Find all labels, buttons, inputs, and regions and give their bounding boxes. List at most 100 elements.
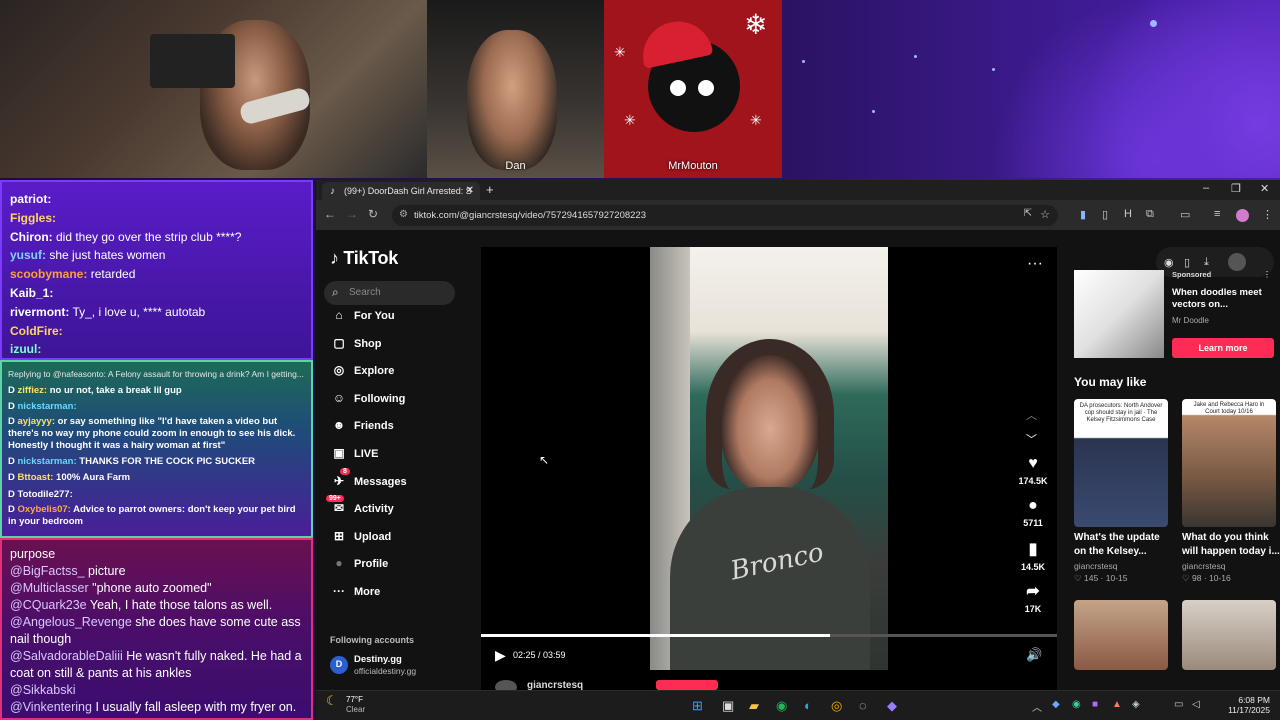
chat-username[interactable]: Totodile277: [18,489,73,500]
forward-button[interactable]: → [346,207,358,221]
progress-bar[interactable] [481,634,1057,637]
chat-username[interactable]: @Sikkabski [10,683,76,697]
chat-username[interactable]: yusuf: [10,248,46,262]
suggested-video-author-2[interactable]: giancrstesq [1182,561,1225,571]
comment-action[interactable]: ● 5711 [1013,497,1053,528]
sidebar-item-upload[interactable]: ⊞ Upload [330,529,391,543]
sidebar-item-friends[interactable]: ☻ Friends [330,418,394,432]
following-account-destiny[interactable]: D Destiny.gg officialdestiny.gg [330,654,480,678]
tiktok-logo[interactable]: ♪ TikTok [330,248,398,269]
edge-icon[interactable]: ◐ [804,698,812,713]
extension-doc-icon[interactable]: ▮ [1080,208,1086,221]
sidebar-item-shop[interactable]: ▢ Shop [330,336,381,350]
chat-username[interactable]: @Angelous_Revenge [10,615,132,629]
sidebar-item-messages[interactable]: ✈ 8 Messages [330,467,407,488]
install-icon[interactable]: ⇱ [1024,208,1032,219]
extension-h-icon[interactable]: H [1124,208,1132,220]
user-avatar[interactable] [1228,253,1246,271]
task-view-icon[interactable]: ▣ [722,698,734,714]
chat-username[interactable]: scoobymane: [10,267,87,281]
ad-title[interactable]: When doodles meet vectors on... [1172,287,1272,311]
chat-username[interactable]: Oxybelis07: [18,504,71,515]
chat-username[interactable]: nickstarman: [18,401,77,412]
file-explorer-icon[interactable]: ▰ [749,698,759,714]
reload-button[interactable]: ↻ [368,207,378,221]
close-tab-icon[interactable]: ✕ [466,185,474,196]
chat-username[interactable]: ayjayyy: [18,416,56,427]
suggested-video-title-2[interactable]: What do you think will happen today i... [1182,531,1280,559]
sidebar-item-explore[interactable]: ◎ Explore [330,363,395,377]
suggested-video-thumb-3[interactable] [1074,600,1168,670]
device-icon[interactable]: ▯ [1184,256,1190,269]
spotify-icon[interactable]: ◉ [776,698,787,714]
like-action[interactable]: ♥ 174.5K [1013,455,1053,486]
app-icon[interactable]: ◆ [887,698,897,714]
browser-tab[interactable]: ♪ (99+) DoorDash Girl Arrested: S ✕ [322,182,480,200]
back-button[interactable]: ← [324,207,336,221]
coin-icon[interactable]: ◉ [1164,256,1174,269]
system-clock[interactable]: 6:08 PM 11/17/2025 [1228,695,1270,715]
chat-username[interactable]: @Multiclasser [10,581,89,595]
chat-username[interactable]: Chiron: [10,230,53,244]
bookmark-star-icon[interactable]: ☆ [1040,208,1050,221]
chat-username[interactable]: Kaib_1: [10,286,53,300]
start-icon[interactable]: ⊞ [692,698,703,714]
sidebar-item-activity[interactable]: ✉ 99+ Activity [326,495,394,515]
maximize-button[interactable]: ❐ [1231,182,1241,195]
chat-username[interactable]: Figgles: [10,211,56,225]
chat-username[interactable]: @BigFactss_ [10,564,85,578]
sidebar-item-for-you[interactable]: ⌂ For You [330,308,394,322]
chat-username[interactable]: Bttoast: [18,472,54,483]
ad-menu-icon[interactable]: ⋮ [1263,270,1271,279]
chat-username[interactable]: izuul: [10,342,41,356]
chat-username[interactable]: ziffiez: [18,385,48,396]
sidepanel-icon[interactable]: ▭ [1180,208,1190,221]
tray-app-icon-1[interactable]: ◆ [1052,699,1060,710]
next-video-icon[interactable]: ﹀ [1026,431,1037,447]
search-input[interactable]: ⌕ Search [324,281,455,305]
video-player[interactable]: Bronco ··· ︿ ﹀ ▶ 02:25 / 03:59 🔊 giancrs… [481,247,1057,694]
chrome-icon[interactable]: ◎ [831,698,842,714]
tray-app-icon-3[interactable]: ■ [1092,699,1098,710]
suggested-video-title-1[interactable]: What's the update on the Kelsey... [1074,531,1172,559]
chat-username[interactable]: patriot: [10,192,51,206]
site-info-icon[interactable]: ⚙ [399,209,408,220]
network-icon[interactable]: ▭ [1174,699,1183,710]
extensions-puzzle-icon[interactable]: ⧉ [1146,208,1154,221]
video-frame[interactable]: Bronco [650,247,888,670]
media-icon[interactable]: ≡ [1214,208,1220,220]
profile-avatar[interactable] [1236,209,1249,222]
follow-button[interactable] [656,680,718,690]
tray-app-icon-5[interactable]: ◈ [1132,699,1140,710]
url-bar[interactable]: ⚙ tiktok.com/@giancrstesq/video/75729416… [392,205,1058,226]
learn-more-button[interactable]: Learn more [1172,338,1274,358]
sidebar-item-more[interactable]: ··· More [330,584,380,598]
tray-app-icon-4[interactable]: ▲ [1112,699,1122,710]
weather-widget[interactable]: ☾ 77°F Clear [326,694,365,715]
suggested-video-thumb-2[interactable]: Jake and Rebecca Haro in Court today 10/… [1182,399,1276,527]
sidebar-item-profile[interactable]: ● Profile [330,556,388,570]
previous-video-icon[interactable]: ︿ [1026,407,1037,423]
suggested-video-author-1[interactable]: giancrstesq [1074,561,1117,571]
chat-username[interactable]: rivermont: [10,305,69,319]
save-action[interactable]: ▮ 14.5K [1013,539,1053,572]
share-action[interactable]: ➦ 17K [1013,581,1053,614]
sidebar-item-live[interactable]: ▣ LIVE [330,446,378,460]
chat-username[interactable]: nickstarman: [18,456,77,467]
more-options-icon[interactable]: ··· [1027,255,1043,273]
play-button[interactable]: ▶ [495,647,506,664]
obs-icon[interactable]: ◌ [859,698,867,713]
tray-app-icon-2[interactable]: ◉ [1072,699,1081,710]
suggested-video-thumb-1[interactable]: DA prosecutors: North Andover cop should… [1074,399,1168,527]
chat-username[interactable]: @Vinkentering [10,700,92,714]
minimize-button[interactable]: – [1203,182,1209,194]
suggested-video-thumb-4[interactable] [1182,600,1276,670]
new-tab-button[interactable]: + [486,182,494,197]
tray-chevron-icon[interactable]: ︿ [1032,699,1042,714]
ad-thumbnail[interactable] [1074,270,1164,358]
speaker-icon[interactable]: ◁ [1192,699,1200,710]
chat-username[interactable]: @SalvadorableDaliii [10,649,123,663]
sidebar-item-following[interactable]: ☺ Following [330,391,405,405]
extension-trash-icon[interactable]: ▯ [1102,208,1108,221]
close-window-button[interactable]: ✕ [1260,182,1269,195]
